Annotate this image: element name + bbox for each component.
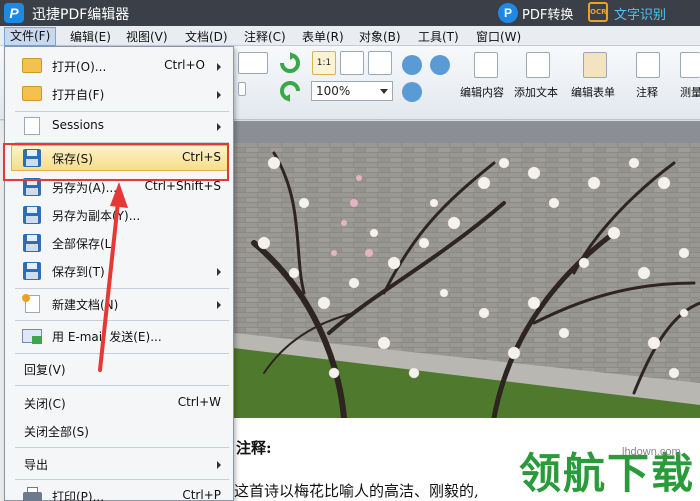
file-menu-open-shortcut: Ctrl+O [164,58,205,72]
measure-button[interactable]: 测量 [674,50,700,100]
menu-edit[interactable]: 编辑(E) [70,28,111,45]
save-copy-icon [22,205,44,225]
menu-bar: 文件(F) 编辑(E) 视图(V) 文档(D) 注释(C) 表单(R) 对象(B… [0,26,700,46]
add-text-icon [526,52,550,78]
document-header-strip [234,121,700,143]
document-text: 这首诗以梅花比喻人的高洁、刚毅的, [234,482,479,500]
submenu-arrow-icon [217,301,221,309]
file-menu-open-label: 打开(O)... [52,60,107,74]
annotate-label: 注释 [636,86,658,99]
file-menu-save-as-shortcut: Ctrl+Shift+S [144,179,221,193]
annotate-icon [636,52,660,78]
edit-content-icon [474,52,498,78]
file-menu-export-label: 导出 [24,458,49,472]
file-menu-sessions-label: Sessions [52,118,105,132]
measure-icon [680,52,700,78]
pdf-convert-label: PDF转换 [522,8,574,23]
menu-separator [15,447,229,448]
open-from-icon [22,84,44,104]
pdf-convert-icon: P [498,3,518,23]
fit-width-button[interactable] [368,51,392,75]
measure-label: 测量 [680,86,700,99]
zoom-plus-icon[interactable] [402,82,422,102]
edit-content-button[interactable]: 编辑内容 [460,50,512,100]
menu-view[interactable]: 视图(V) [126,28,168,45]
menu-document[interactable]: 文档(D) [185,28,228,45]
zoom-in-icon[interactable] [402,55,422,75]
new-document-icon [22,294,44,314]
file-menu-open-from-label: 打开自(F) [52,88,105,102]
file-menu-close-label: 关闭(C) [24,397,66,411]
edit-content-label: 编辑内容 [460,86,504,99]
rotate-cw-icon[interactable] [279,52,301,74]
save-highlight-box [3,143,229,181]
add-text-label: 添加文本 [514,86,558,99]
menu-separator [15,385,229,386]
menu-comment[interactable]: 注释(C) [244,28,286,45]
open-folder-icon [22,56,44,76]
edit-form-button[interactable]: 编辑表单 [569,50,621,100]
submenu-arrow-icon [217,123,221,131]
watermark-url: lhdown.com [622,446,681,458]
file-menu-close-all-label: 关闭全部(S) [24,425,89,439]
printer-icon [22,486,44,501]
menu-window[interactable]: 窗口(W) [476,28,521,45]
select-tool-icon[interactable] [238,52,268,74]
file-menu-print-label: 打印(P)... [52,490,105,501]
ocr-icon: OCR [588,2,608,22]
submenu-arrow-icon [217,461,221,469]
rotate-ccw-icon[interactable] [279,80,301,102]
app-title: 迅捷PDF编辑器 [32,7,130,23]
chevron-down-icon [380,89,388,94]
zoom-value: 100% [316,84,351,98]
title-bar: P 迅捷PDF编辑器 P PDF转换 OCR 文字识别 [0,0,700,26]
actual-size-button[interactable]: 1:1 [312,51,336,75]
annotate-button[interactable]: 注释 [628,50,668,100]
file-menu-sessions[interactable]: Sessions [5,113,233,139]
save-to-icon [22,261,44,281]
file-menu-print-shortcut: Ctrl+P [182,488,221,501]
file-menu-close-all[interactable]: 关闭全部(S) [5,418,233,444]
zoom-select[interactable]: 100% [311,81,393,101]
tool-icon[interactable] [238,82,246,96]
menu-separator [15,479,229,480]
ocr-label: 文字识别 [614,8,667,23]
file-menu-close[interactable]: 关闭(C) Ctrl+W [5,390,233,416]
document-heading: 注释: [236,439,272,457]
fit-page-button[interactable] [340,51,364,75]
submenu-arrow-icon [217,91,221,99]
file-menu-open-from[interactable]: 打开自(F) [5,81,233,107]
menu-separator [15,111,229,112]
menu-form[interactable]: 表单(R) [302,28,344,45]
edit-form-icon [583,52,607,78]
plum-blossom-photo [234,143,700,418]
file-menu-close-shortcut: Ctrl+W [177,395,221,409]
red-arrow-annotation [98,182,128,372]
file-menu-print[interactable]: 打印(P)... Ctrl+P [5,483,233,501]
app-logo-icon: P [4,3,24,23]
save-all-icon [22,233,44,253]
edit-form-label: 编辑表单 [571,86,615,99]
file-menu-open[interactable]: 打开(O)... Ctrl+O [5,53,233,79]
file-menu-revert-label: 回复(V) [24,363,66,377]
submenu-arrow-icon [217,268,221,276]
file-menu-export[interactable]: 导出 [5,451,233,477]
add-text-button[interactable]: 添加文本 [512,50,564,100]
sessions-icon [22,116,44,136]
menu-file[interactable]: 文件(F) [4,27,57,46]
submenu-arrow-icon [217,63,221,71]
menu-tools[interactable]: 工具(T) [418,28,459,45]
zoom-out-icon[interactable] [430,55,450,75]
email-icon [22,326,44,346]
menu-object[interactable]: 对象(B) [359,28,401,45]
